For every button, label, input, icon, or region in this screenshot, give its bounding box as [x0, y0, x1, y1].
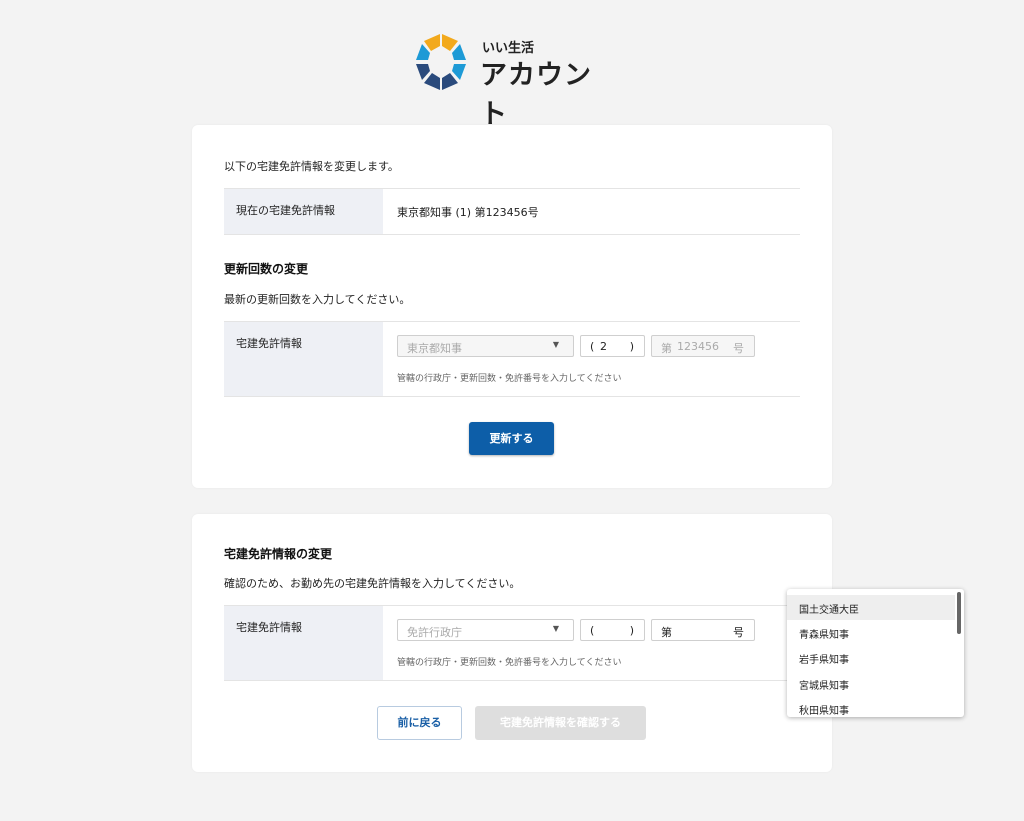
dropdown-option[interactable]: 青森県知事	[787, 620, 955, 645]
renewal-section-desc: 最新の更新回数を入力してください。	[224, 293, 411, 306]
change-section-desc: 確認のため、お勤め先の宅建免許情報を入力してください。	[224, 577, 521, 590]
renewal-license-label: 宅建免許情報	[236, 337, 302, 350]
dropdown-option[interactable]: 秋田県知事	[787, 696, 955, 717]
renewal-help-text: 管轄の行政庁・更新回数・免許番号を入力してください	[397, 374, 622, 384]
authority-select-new[interactable]: 免許行政庁 ▼	[397, 619, 574, 641]
dropdown-option[interactable]: 岩手県知事	[787, 645, 955, 670]
change-license-row: 宅建免許情報 免許行政庁 ▼ ( ) 第 号 管轄の行政庁・更新回数・免許番号を…	[224, 605, 800, 681]
dropdown-option[interactable]: 国土交通大臣	[787, 595, 955, 620]
authority-dropdown-list[interactable]: 国土交通大臣 青森県知事 岩手県知事 宮城県知事 秋田県知事	[787, 589, 964, 717]
logo-title: アカウント	[480, 60, 592, 130]
renewal-count-input-new[interactable]: ( )	[580, 619, 645, 641]
renewal-card: 以下の宅建免許情報を変更します。 現在の宅建免許情報 東京都知事 (1) 第12…	[192, 125, 832, 488]
dropdown-scrollbar[interactable]	[957, 592, 961, 634]
renewal-license-row: 宅建免許情報 東京都知事 ▼ ( 2 ) 第 123456 号 管轄の行政庁・更…	[224, 321, 800, 397]
chevron-down-icon: ▼	[552, 624, 559, 633]
change-section-title: 宅建免許情報の変更	[224, 547, 333, 561]
confirm-license-button[interactable]: 宅建免許情報を確認する	[475, 706, 646, 740]
change-license-label: 宅建免許情報	[236, 621, 302, 634]
license-number-input-new[interactable]: 第 号	[651, 619, 755, 641]
current-license-value: 東京都知事 (1) 第123456号	[397, 206, 539, 219]
license-number-input[interactable]: 第 123456 号	[651, 335, 755, 357]
authority-select[interactable]: 東京都知事 ▼	[397, 335, 574, 357]
current-license-label: 現在の宅建免許情報	[236, 204, 335, 217]
back-button[interactable]: 前に戻る	[377, 706, 462, 740]
logo-hexagon-icon	[416, 34, 466, 90]
current-license-row: 現在の宅建免許情報 東京都知事 (1) 第123456号	[224, 188, 800, 235]
chevron-down-icon: ▼	[552, 340, 559, 349]
app-logo: いい生活 アカウント	[414, 33, 614, 130]
renewal-count-input[interactable]: ( 2 )	[580, 335, 645, 357]
dropdown-option[interactable]: 宮城県知事	[787, 671, 955, 696]
change-help-text: 管轄の行政庁・更新回数・免許番号を入力してください	[397, 658, 622, 668]
renewal-section-title: 更新回数の変更	[224, 262, 309, 276]
update-button[interactable]: 更新する	[469, 422, 554, 455]
change-license-card: 宅建免許情報の変更 確認のため、お勤め先の宅建免許情報を入力してください。 宅建…	[192, 514, 832, 772]
intro-text: 以下の宅建免許情報を変更します。	[224, 160, 399, 173]
